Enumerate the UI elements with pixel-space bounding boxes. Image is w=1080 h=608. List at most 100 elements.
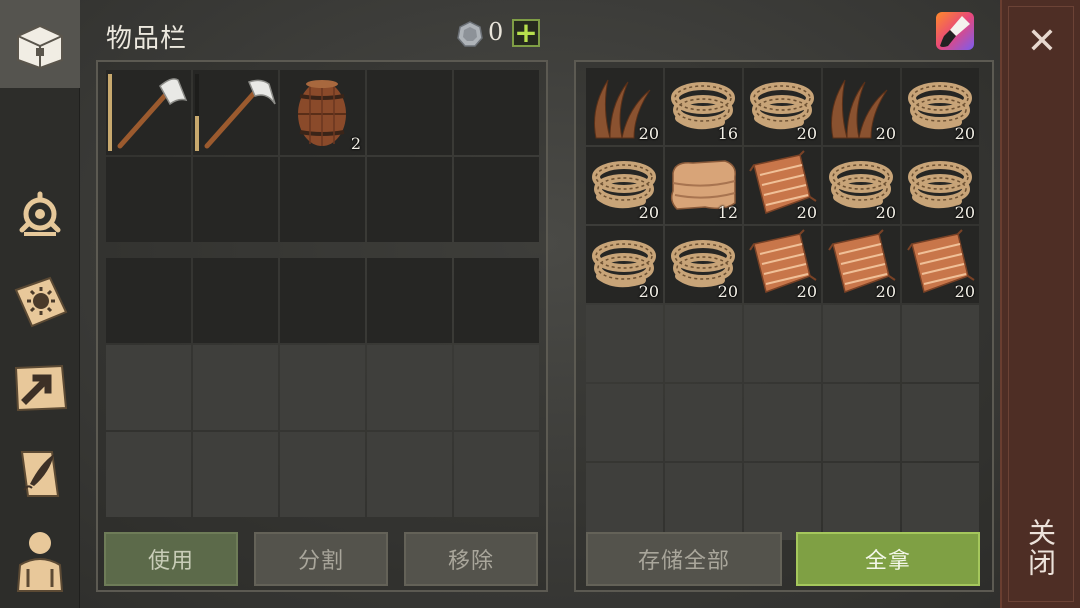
inventory-slot[interactable] (193, 157, 278, 242)
item-count: 20 (638, 124, 659, 143)
locked-slot (454, 432, 539, 517)
inventory-slot[interactable] (193, 258, 278, 343)
storage-slot[interactable]: 20 (586, 226, 663, 303)
storage-slot[interactable]: 20 (665, 226, 742, 303)
locked-slot (106, 345, 191, 430)
page-title: 物品栏 (106, 24, 188, 54)
storage-slot[interactable]: 20 (823, 147, 900, 224)
split-button[interactable]: 分割 (254, 532, 388, 586)
item-count: 2 (350, 134, 361, 153)
inventory-slot[interactable] (193, 70, 278, 155)
inventory-slot[interactable] (106, 157, 191, 242)
storage-slot[interactable]: 20 (744, 147, 821, 224)
add-coins-button[interactable]: + (512, 19, 540, 47)
empty-storage-slot[interactable] (586, 384, 663, 461)
storage-slot[interactable]: 20 (586, 147, 663, 224)
empty-storage-slot[interactable] (586, 463, 663, 540)
close-icon[interactable]: ✕ (1024, 24, 1060, 60)
empty-storage-slot[interactable] (823, 305, 900, 382)
storage-slot[interactable]: 20 (744, 226, 821, 303)
inventory-slot[interactable] (454, 258, 539, 343)
inventory-slot[interactable] (454, 157, 539, 242)
store-all-button[interactable]: 存储全部 (586, 532, 782, 586)
empty-storage-slot[interactable] (902, 384, 979, 461)
item-count: 20 (875, 282, 896, 301)
pickaxe-icon (204, 79, 276, 149)
item-count: 20 (638, 282, 659, 301)
take-all-button[interactable]: 全拿 (796, 532, 980, 586)
item-count: 20 (954, 282, 975, 301)
inventory-slot[interactable] (106, 258, 191, 343)
storage-grid: 20 16 20 20 20 20 12 20 20 20 20 20 20 20 20 (586, 68, 979, 540)
close-bar-frame (1008, 6, 1074, 602)
map-arrow-icon[interactable] (8, 356, 72, 420)
empty-storage-slot[interactable] (586, 305, 663, 382)
sun-book-icon[interactable] (8, 270, 72, 334)
empty-storage-slot[interactable] (665, 384, 742, 461)
storage-slot[interactable]: 20 (823, 68, 900, 145)
locked-slot (193, 345, 278, 430)
item-count: 20 (954, 203, 975, 222)
item-count: 20 (954, 124, 975, 143)
item-count: 20 (875, 203, 896, 222)
quill-scroll-icon[interactable] (8, 442, 72, 506)
clan-symbol-icon[interactable] (8, 184, 72, 248)
inventory-slot[interactable] (367, 258, 452, 343)
locked-slot (454, 345, 539, 430)
inventory-chest-icon[interactable] (8, 12, 72, 76)
storage-slot[interactable]: 20 (586, 68, 663, 145)
inventory-slot[interactable]: 2 (280, 70, 365, 155)
empty-storage-slot[interactable] (744, 305, 821, 382)
empty-storage-slot[interactable] (823, 384, 900, 461)
locked-slot (193, 432, 278, 517)
empty-storage-slot[interactable] (744, 384, 821, 461)
quick-slot-grid: 2 (106, 70, 539, 242)
empty-storage-slot[interactable] (902, 463, 979, 540)
inventory-slot[interactable] (280, 157, 365, 242)
item-count: 16 (717, 124, 738, 143)
storage-slot[interactable]: 12 (665, 147, 742, 224)
close-bar[interactable]: ✕ 关闭 (1000, 0, 1080, 608)
backpack-grid (106, 258, 539, 343)
close-label: 关闭 (1024, 518, 1057, 578)
inventory-slot[interactable] (367, 70, 452, 155)
storage-slot[interactable]: 20 (902, 147, 979, 224)
item-count: 12 (717, 203, 738, 222)
locked-slot (280, 345, 365, 430)
storage-slot[interactable]: 20 (823, 226, 900, 303)
empty-storage-slot[interactable] (902, 305, 979, 382)
remove-button[interactable]: 移除 (404, 532, 538, 586)
hatchet-icon (117, 78, 188, 149)
empty-storage-slot[interactable] (744, 463, 821, 540)
locked-slot (367, 345, 452, 430)
inventory-slot[interactable] (454, 70, 539, 155)
locked-slot (280, 432, 365, 517)
item-count: 20 (638, 203, 659, 222)
sidebar (0, 0, 80, 608)
storage-panel: 20 16 20 20 20 20 12 20 20 20 20 20 20 20 20 (574, 60, 994, 592)
storage-slot[interactable]: 16 (665, 68, 742, 145)
item-count: 20 (717, 282, 738, 301)
inventory-slot[interactable] (280, 258, 365, 343)
storage-slot[interactable]: 20 (902, 226, 979, 303)
storage-slot[interactable]: 20 (744, 68, 821, 145)
item-count: 20 (796, 203, 817, 222)
item-count: 20 (796, 282, 817, 301)
coin-count: 0 (488, 18, 504, 46)
paintbrush-icon[interactable] (932, 8, 978, 54)
empty-storage-slot[interactable] (823, 463, 900, 540)
silver-coin-icon (456, 20, 484, 48)
inventory-slot[interactable] (106, 70, 191, 155)
empty-storage-slot[interactable] (665, 463, 742, 540)
character-icon[interactable] (8, 528, 72, 592)
empty-storage-slot[interactable] (665, 305, 742, 382)
inventory-panel: 2 (96, 60, 548, 592)
locked-slot-grid (106, 345, 539, 517)
storage-slot[interactable]: 20 (902, 68, 979, 145)
inventory-slot[interactable] (367, 157, 452, 242)
locked-slot (367, 432, 452, 517)
locked-slot (106, 432, 191, 517)
item-count: 20 (796, 124, 817, 143)
use-button[interactable]: 使用 (104, 532, 238, 586)
item-count: 20 (875, 124, 896, 143)
